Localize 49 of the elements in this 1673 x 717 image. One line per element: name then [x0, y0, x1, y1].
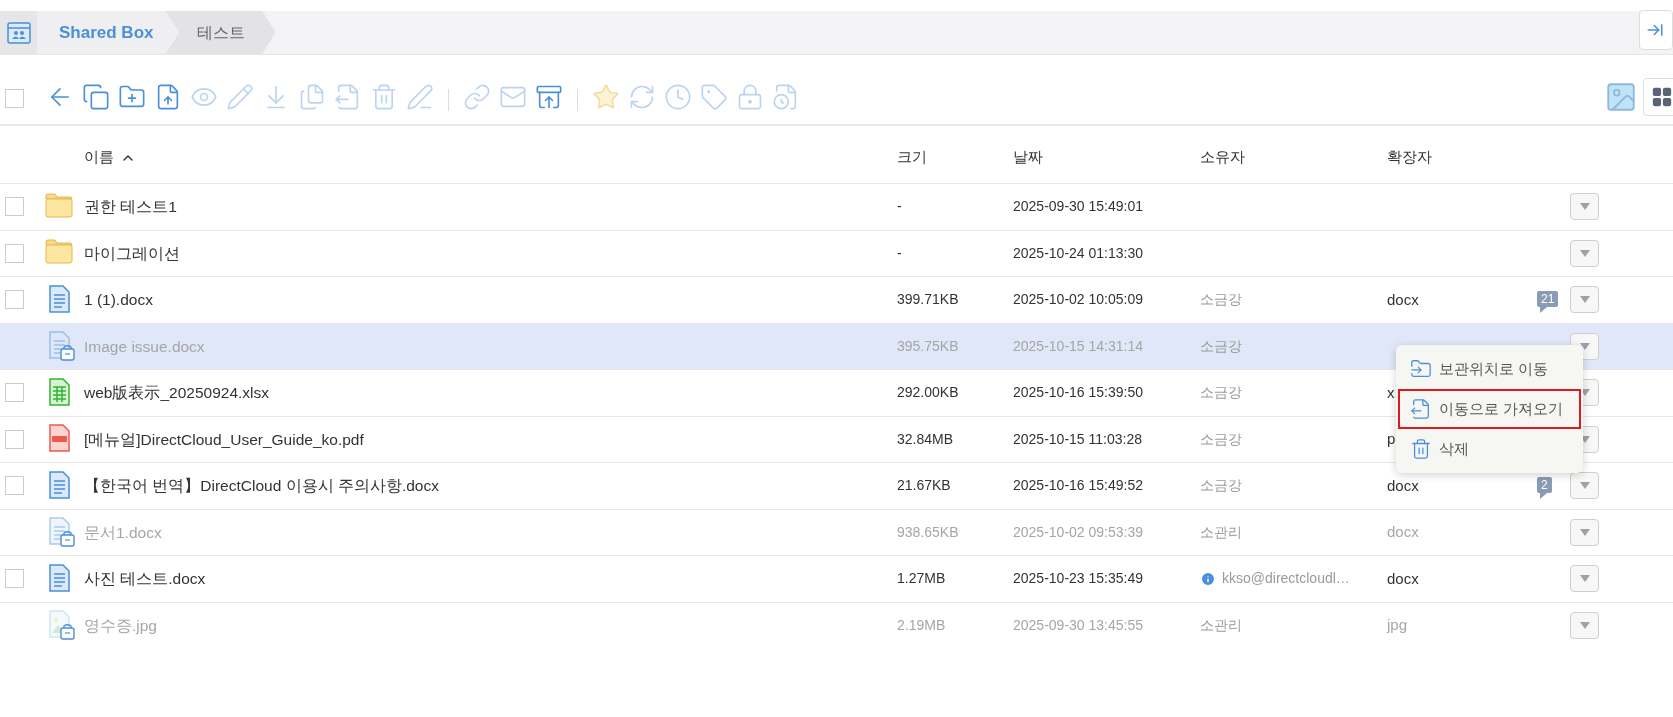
file-name[interactable]: [메뉴얼]DirectCloud_User_Guide_ko.pdf [84, 427, 897, 451]
file-extension: jpg [1387, 616, 1408, 633]
column-header[interactable]: 이름 [84, 146, 136, 169]
file-size: 399.71KB [897, 290, 960, 310]
file-extension: docx [1387, 290, 1419, 308]
file-name[interactable]: 1 (1).docx [84, 288, 897, 312]
file-size: 21.67KB [897, 476, 952, 496]
file-date: 2025-10-15 14:31:14 [1013, 336, 1144, 356]
file-owner: 소금강 [1200, 290, 1242, 310]
file-owner: 소금강 [1200, 336, 1242, 356]
file-date: 2025-09-30 15:49:01 [1013, 197, 1144, 217]
file-size: 938.65KB [897, 522, 960, 542]
file-date: 2025-10-15 11:03:28 [1013, 429, 1143, 449]
file-size: 395.75KB [897, 336, 960, 356]
file-size: 1.27MB [897, 569, 947, 589]
file-name[interactable]: 마이그레이션 [84, 241, 897, 265]
file-owner: 소금강 [1200, 476, 1242, 496]
file-size: 292.00KB [897, 383, 960, 403]
file-extension: docx [1387, 569, 1419, 587]
file-name[interactable]: 【한국어 번역】DirectCloud 이용시 주의사항.docx [84, 474, 897, 498]
file-extension: p [1387, 430, 1396, 447]
file-size: - [897, 197, 903, 217]
column-header[interactable]: 크기 [897, 146, 927, 169]
file-extension: docx [1387, 523, 1419, 540]
menu-item[interactable]: 이동으로 가져오기 [1398, 389, 1581, 429]
column-header[interactable]: 확장자 [1387, 146, 1432, 169]
file-extension: docx [1387, 476, 1419, 494]
file-owner: kkso@directcloudl… [1222, 569, 1350, 589]
file-owner: 소금강 [1200, 383, 1242, 403]
file-name[interactable]: 사진 테스트.docx [84, 567, 897, 591]
column-header[interactable]: 날짜 [1013, 146, 1043, 169]
file-date: 2025-10-16 15:49:52 [1013, 476, 1144, 496]
column-header[interactable]: 소유자 [1200, 146, 1245, 169]
file-extension: x [1387, 383, 1395, 401]
file-owner: 소관리 [1200, 522, 1242, 542]
file-size: 2.19MB [897, 615, 947, 635]
file-date: 2025-10-02 10:05:09 [1013, 290, 1144, 310]
file-date: 2025-09-30 13:45:55 [1013, 615, 1144, 635]
file-size: 32.84MB [897, 429, 955, 449]
file-name[interactable]: web版表示_20250924.xlsx [84, 381, 897, 405]
file-date: 2025-10-24 01:13:30 [1013, 243, 1144, 263]
file-date: 2025-10-23 15:35:49 [1013, 569, 1144, 589]
file-size: - [897, 243, 903, 263]
file-date: 2025-10-02 09:53:39 [1013, 522, 1144, 542]
file-name[interactable]: 권한 테스트1 [84, 195, 897, 219]
breadcrumb-item[interactable]: 테스트 [165, 11, 276, 54]
file-date: 2025-10-16 15:39:50 [1013, 383, 1144, 403]
file-owner: 소금강 [1200, 429, 1242, 449]
file-owner: 소관리 [1200, 615, 1242, 635]
